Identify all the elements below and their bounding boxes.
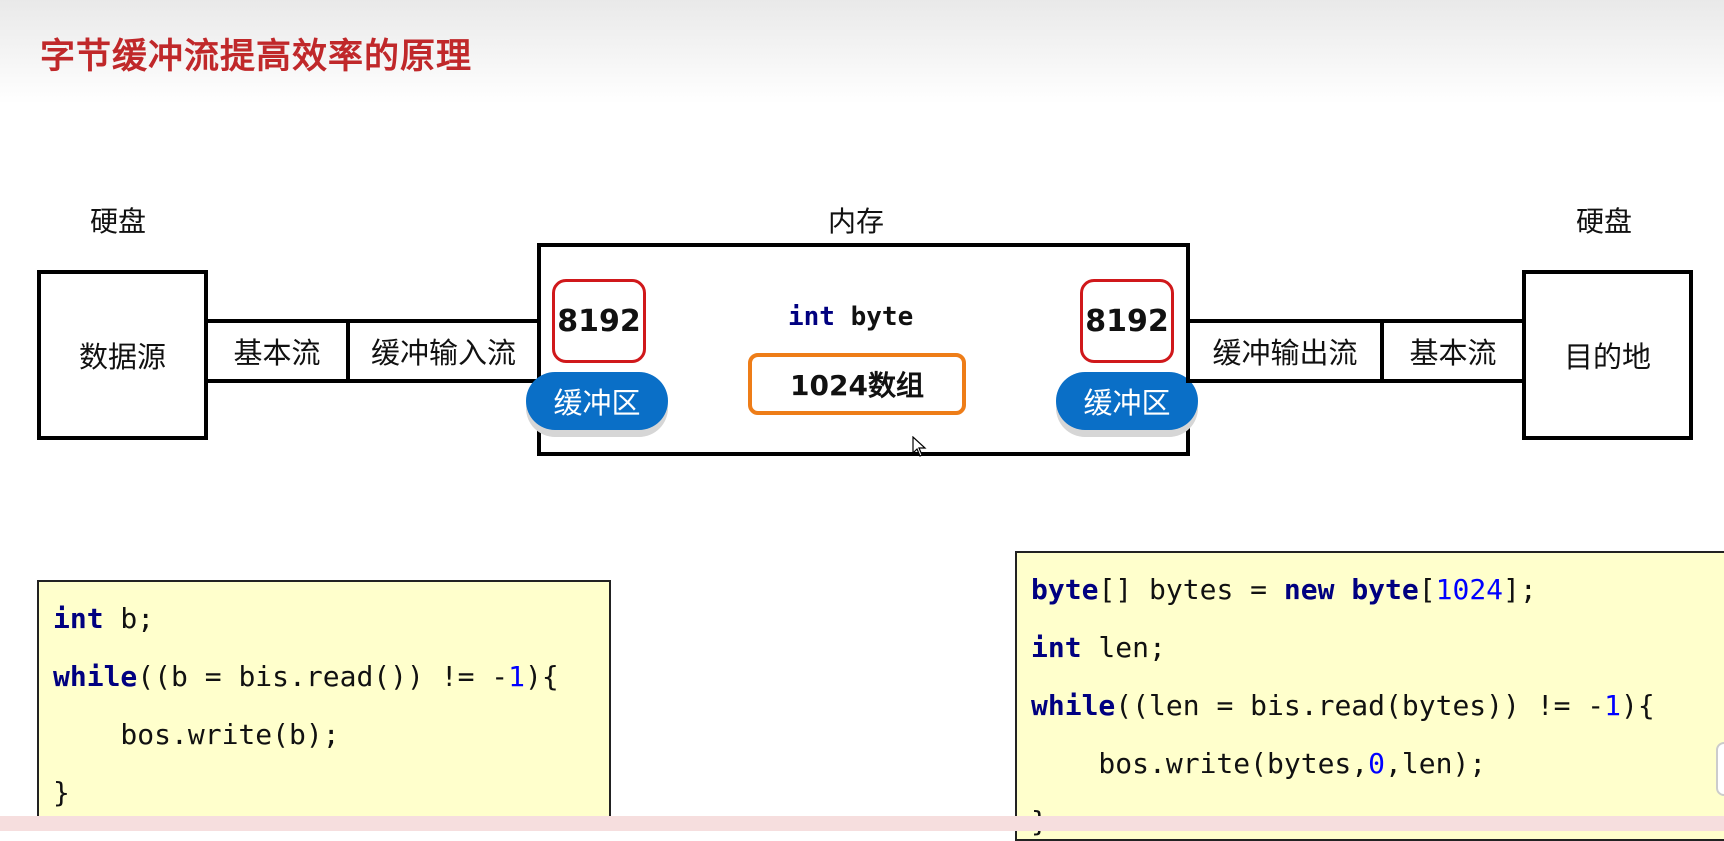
keyword-byte: byte	[1351, 573, 1419, 606]
int-byte-caption: int byte	[788, 302, 913, 332]
code-block-byte-array: byte[] bytes = new byte[1024]; int len; …	[1015, 551, 1724, 841]
right-buffer-size-value: 8192	[1085, 303, 1169, 339]
buffered-input-stream-label: 缓冲输入流	[370, 336, 516, 370]
keyword-while: while	[1031, 689, 1116, 722]
left-buffer-size-value: 8192	[557, 303, 641, 339]
left-buffer-size: 8192	[552, 279, 646, 363]
left-buffer-badge: 缓冲区	[526, 372, 668, 430]
code-text: ((len = bis.read(bytes)) != -	[1115, 689, 1605, 722]
basic-stream-right-label: 基本流	[1409, 336, 1497, 370]
destination-label: 目的地	[1563, 340, 1651, 374]
keyword-int: int	[1031, 631, 1082, 664]
disk-right-label: 硬盘	[1576, 205, 1633, 238]
buffered-output-stream-box: 缓冲输出流	[1186, 319, 1384, 383]
basic-stream-right-box: 基本流	[1380, 319, 1526, 383]
basic-stream-left-box: 基本流	[204, 319, 350, 383]
right-buffer-label: 缓冲区	[1083, 386, 1171, 420]
code-text: [] bytes =	[1098, 573, 1284, 606]
code-line: bos.write(bytes,0,len);	[1031, 747, 1486, 780]
int-keyword: int	[788, 302, 835, 332]
code-line: while((b = bis.read()) != -1){	[53, 660, 559, 693]
code-text: ){	[525, 660, 559, 693]
buffered-output-stream-label: 缓冲输出流	[1212, 336, 1358, 370]
right-buffer-badge: 缓冲区	[1056, 372, 1198, 430]
code-text: ){	[1621, 689, 1655, 722]
buffered-input-stream-box: 缓冲输入流	[346, 319, 541, 383]
array-box: 1024数组	[748, 353, 966, 415]
left-buffer-label: 缓冲区	[553, 386, 641, 420]
destination-box: 目的地	[1522, 270, 1693, 440]
byte-text: byte	[834, 302, 914, 332]
code-text: bos.write(bytes,	[1031, 747, 1369, 780]
bottom-strip	[0, 816, 1724, 831]
basic-stream-left-label: 基本流	[233, 336, 321, 370]
code-text: ((b = bis.read()) != -	[137, 660, 509, 693]
code-line: }	[53, 776, 70, 809]
disk-left-label: 硬盘	[90, 205, 147, 238]
data-source-box: 数据源	[37, 270, 208, 440]
slide-title: 字节缓冲流提高效率的原理	[40, 37, 473, 77]
side-handle[interactable]	[1716, 742, 1724, 796]
number-literal: 1	[508, 660, 526, 693]
code-line: int len;	[1031, 631, 1166, 664]
number-literal: 1024	[1435, 573, 1504, 606]
code-text: b;	[103, 602, 155, 635]
keyword-int: int	[53, 602, 104, 635]
keyword-new: new	[1283, 573, 1335, 606]
array-label: 1024数组	[790, 369, 924, 402]
code-text: ];	[1503, 573, 1537, 606]
keyword-byte: byte	[1031, 573, 1099, 606]
code-text: ,len);	[1385, 747, 1487, 780]
number-literal: 0	[1368, 747, 1386, 780]
code-line: bos.write(b);	[53, 718, 340, 751]
code-text: }	[53, 776, 70, 809]
memory-label: 内存	[828, 205, 885, 238]
data-source-label: 数据源	[78, 340, 166, 374]
code-text: len;	[1081, 631, 1166, 664]
mouse-cursor-icon	[912, 436, 927, 457]
right-buffer-size: 8192	[1080, 279, 1174, 363]
code-text: bos.write(b);	[53, 718, 340, 751]
code-line: byte[] bytes = new byte[1024];	[1031, 573, 1537, 606]
code-line: int b;	[53, 602, 154, 635]
code-text: [	[1418, 573, 1436, 606]
code-block-single-byte: int b; while((b = bis.read()) != -1){ bo…	[37, 580, 611, 822]
number-literal: 1	[1604, 689, 1622, 722]
keyword-while: while	[53, 660, 138, 693]
code-line: while((len = bis.read(bytes)) != -1){	[1031, 689, 1655, 722]
